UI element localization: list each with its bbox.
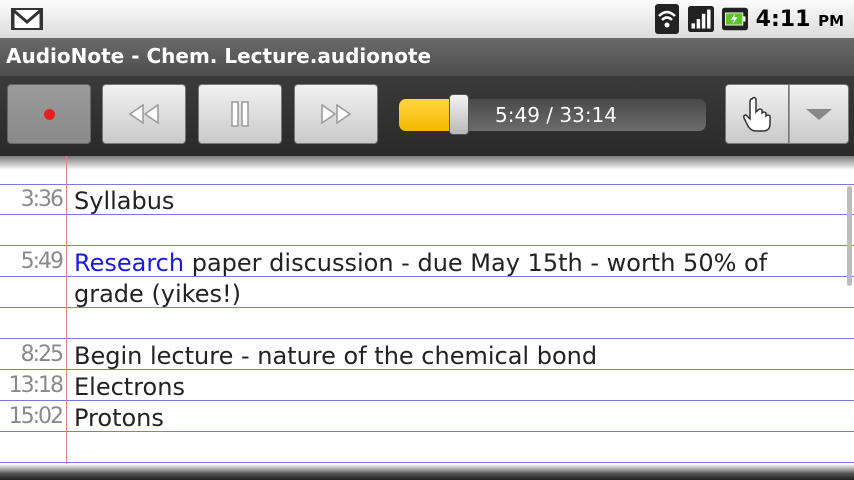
scrollbar[interactable] <box>847 186 852 286</box>
margin-line <box>66 156 67 480</box>
progress-thumb[interactable] <box>449 94 469 135</box>
note-text: paper discussion - due May 15th - worth … <box>184 249 768 277</box>
note-text: Begin lecture - nature of the chemical b… <box>74 342 598 370</box>
record-button[interactable] <box>7 84 91 144</box>
note-line-continuation[interactable]: grade (yikes!) <box>74 279 241 310</box>
ruled-line <box>0 338 854 339</box>
pause-icon <box>231 101 249 127</box>
ruled-line <box>0 245 854 246</box>
player-toolbar: 5:49 / 33:14 <box>0 76 854 156</box>
wifi-icon <box>654 4 680 34</box>
note-line[interactable]: Begin lecture - nature of the chemical b… <box>74 341 597 372</box>
note-line[interactable]: Research paper discussion - due May 15th… <box>74 248 767 279</box>
notes-area[interactable]: 3:36 Syllabus 5:49 Research paper discus… <box>0 156 854 480</box>
note-timestamp[interactable]: 13:18 <box>0 373 64 398</box>
note-timestamp[interactable]: 8:25 <box>0 342 64 367</box>
note-line[interactable]: Electrons <box>74 372 185 403</box>
fast-forward-button[interactable] <box>294 84 378 144</box>
playback-progress-bar[interactable]: 5:49 / 33:14 <box>399 94 706 135</box>
clock-ampm: PM <box>818 11 844 30</box>
ruled-line <box>0 184 854 185</box>
clock: 4:11 PM <box>756 7 844 32</box>
note-line[interactable]: Syllabus <box>74 186 174 217</box>
note-text: grade (yikes!) <box>74 280 241 308</box>
pause-button[interactable] <box>198 84 282 144</box>
chevron-down-icon <box>806 109 832 120</box>
rewind-icon <box>128 103 159 125</box>
ruled-line <box>0 462 854 463</box>
note-link[interactable]: Research <box>74 249 184 277</box>
hand-pointer-icon <box>743 96 771 132</box>
progress-time: 5:49 / 33:14 <box>495 103 618 127</box>
signal-icon <box>687 5 714 33</box>
app-title: AudioNote - Chem. Lecture.audionote <box>6 44 432 68</box>
toolbar-shadow <box>0 156 854 170</box>
menu-dropdown-button[interactable] <box>789 84 849 144</box>
note-timestamp[interactable]: 5:49 <box>0 249 64 274</box>
note-timestamp[interactable]: 3:36 <box>0 187 64 212</box>
note-text: Protons <box>74 404 164 432</box>
note-timestamp[interactable]: 15:02 <box>0 404 64 429</box>
note-line[interactable]: Protons <box>74 403 164 434</box>
hand-tool-button[interactable] <box>725 84 789 144</box>
clock-time: 4:11 <box>755 6 811 32</box>
title-bar: AudioNote - Chem. Lecture.audionote <box>0 38 854 76</box>
note-text: Electrons <box>74 373 185 401</box>
status-bar: 4:11 PM <box>0 0 854 38</box>
battery-charging-icon <box>721 5 748 33</box>
fast-forward-icon <box>321 103 352 125</box>
bottom-edge <box>0 464 854 480</box>
note-text: Syllabus <box>74 187 175 215</box>
record-icon <box>43 108 55 120</box>
rewind-button[interactable] <box>102 84 186 144</box>
gmail-icon <box>11 8 43 30</box>
